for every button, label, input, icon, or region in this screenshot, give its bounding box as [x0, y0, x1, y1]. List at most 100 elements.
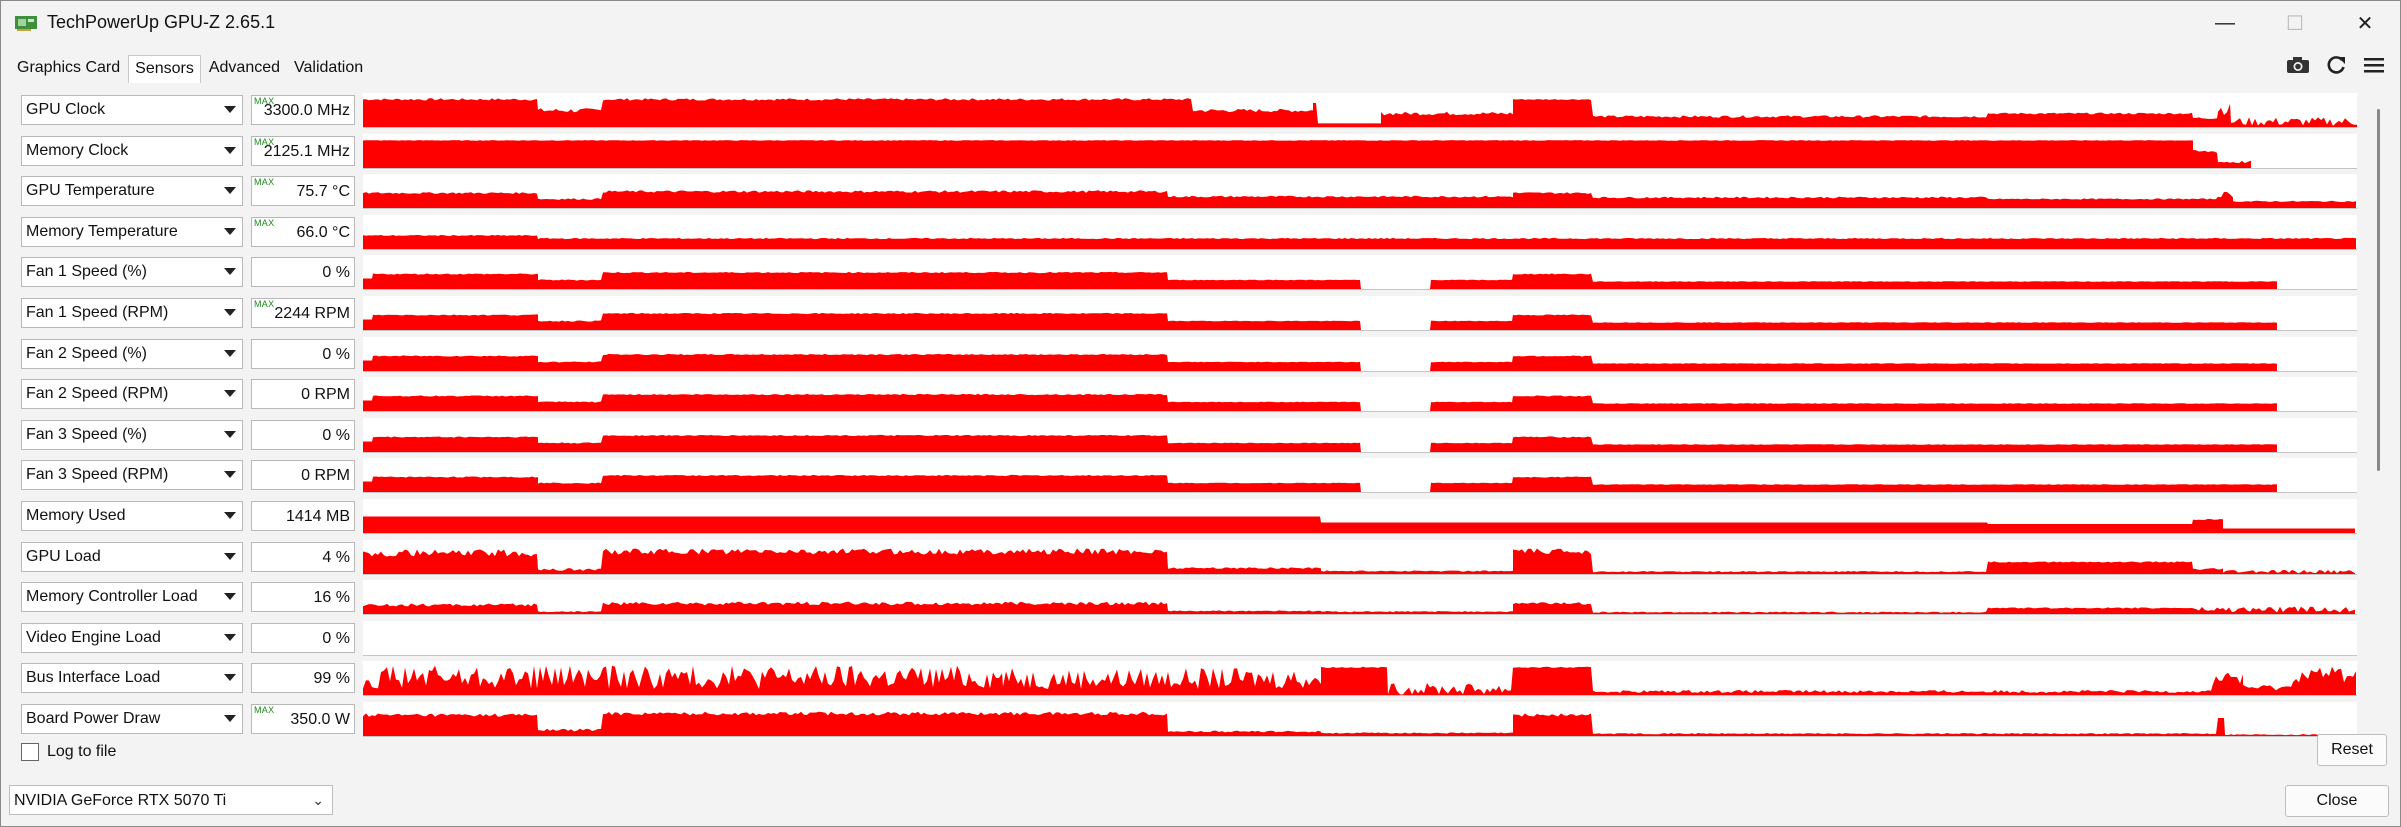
- sensor-name-dropdown[interactable]: Fan 1 Speed (RPM): [21, 298, 243, 328]
- sensor-value: 3300.0 MHz: [263, 102, 350, 119]
- camera-icon[interactable]: [2283, 51, 2313, 79]
- sensor-name-dropdown[interactable]: Memory Controller Load: [21, 582, 243, 613]
- sensor-graph-area: [363, 353, 2277, 371]
- sensor-row: Memory Controller Load 16 %: [21, 576, 2371, 616]
- sensor-graph-area: [363, 711, 2357, 736]
- dropdown-arrow-icon: [224, 146, 236, 154]
- sensor-row: GPU Load 4 %: [21, 536, 2371, 576]
- dropdown-arrow-icon: [224, 227, 236, 235]
- sensor-value-box: 0 %: [251, 419, 355, 450]
- sensor-name-dropdown[interactable]: Video Engine Load: [21, 622, 243, 653]
- sensor-graph: [363, 336, 2357, 372]
- sensor-value: 0 %: [322, 345, 350, 363]
- sensor-row: Board Power Draw MAX 350.0 W: [21, 698, 2371, 738]
- sensor-graph-area: [363, 312, 2277, 330]
- sensor-name: Fan 1 Speed (%): [26, 263, 147, 281]
- sensor-name-dropdown[interactable]: Memory Temperature: [21, 216, 243, 247]
- sensor-name-dropdown[interactable]: Fan 3 Speed (%): [21, 419, 243, 450]
- sensor-name: Fan 1 Speed (RPM): [26, 304, 169, 321]
- sensor-name-dropdown[interactable]: Fan 1 Speed (%): [21, 257, 243, 288]
- sensor-value-box: 16 %: [251, 582, 355, 613]
- close-icon[interactable]: ✕: [2331, 1, 2399, 45]
- dropdown-arrow-icon: [224, 674, 236, 682]
- sensor-name-dropdown[interactable]: GPU Load: [21, 541, 243, 572]
- minimize-icon[interactable]: —: [2191, 1, 2259, 45]
- sensor-name-dropdown[interactable]: GPU Temperature: [21, 176, 243, 207]
- log-to-file-checkbox[interactable]: [21, 743, 39, 761]
- dropdown-arrow-icon: [224, 471, 236, 479]
- sensor-name-dropdown[interactable]: Fan 2 Speed (%): [21, 338, 243, 369]
- tab-advanced[interactable]: Advanced: [203, 55, 286, 83]
- sensor-row: Memory Clock MAX 2125.1 MHz: [21, 130, 2371, 170]
- sensor-graph-area: [363, 139, 2251, 168]
- sensor-name-dropdown[interactable]: Memory Clock: [21, 135, 243, 166]
- sensor-graph-area: [363, 190, 2356, 209]
- sensor-name: GPU Temperature: [26, 182, 155, 200]
- tab-sensors[interactable]: Sensors: [128, 55, 201, 83]
- sensor-name-dropdown[interactable]: Board Power Draw: [21, 704, 243, 734]
- tab-graphics-card[interactable]: Graphics Card: [11, 55, 126, 83]
- gpu-select[interactable]: NVIDIA GeForce RTX 5070 Ti ⌄: [9, 785, 333, 815]
- sensor-name-dropdown[interactable]: Fan 3 Speed (RPM): [21, 460, 243, 491]
- dropdown-arrow-icon: [224, 633, 236, 641]
- dropdown-arrow-icon: [224, 512, 236, 519]
- dropdown-arrow-icon: [224, 552, 236, 560]
- dropdown-arrow-icon: [224, 349, 236, 357]
- sensor-value: 2125.1 MHz: [263, 142, 350, 160]
- sensor-row: Fan 3 Speed (RPM) 0 RPM: [21, 454, 2371, 494]
- sensor-row: GPU Clock MAX 3300.0 MHz: [21, 89, 2371, 129]
- sensor-graph-area: [363, 548, 2355, 574]
- sensor-graph: [363, 702, 2357, 737]
- sensor-name-dropdown[interactable]: Memory Used: [21, 501, 243, 531]
- sensor-value: 0 RPM: [301, 386, 350, 404]
- sensor-graph-area: [363, 272, 2277, 290]
- sensor-name: Memory Temperature: [26, 222, 178, 240]
- sensor-value-box: MAX 3300.0 MHz: [251, 95, 355, 125]
- sensor-value-box: 0 %: [251, 257, 355, 288]
- refresh-icon[interactable]: [2321, 51, 2351, 79]
- sensor-value-box: 99 %: [251, 663, 355, 694]
- reset-button[interactable]: Reset: [2317, 734, 2387, 766]
- sensor-row: Memory Temperature MAX 66.0 °C: [21, 211, 2371, 251]
- sensor-graph: [363, 255, 2357, 291]
- sensor-name-dropdown[interactable]: GPU Clock: [21, 95, 243, 125]
- sensor-value: 4 %: [322, 548, 350, 566]
- dropdown-arrow-icon: [224, 715, 236, 722]
- maximize-icon[interactable]: ☐: [2261, 1, 2329, 45]
- sensor-value: 0 %: [322, 264, 350, 282]
- dropdown-arrow-icon: [224, 187, 236, 195]
- gpu-card-icon: [15, 16, 37, 31]
- sensor-graph: [363, 417, 2357, 453]
- sensor-graph: [363, 458, 2357, 494]
- sensor-row: Bus Interface Load 99 %: [21, 657, 2371, 697]
- sensor-value-box: 1414 MB: [251, 501, 355, 531]
- sensor-name-dropdown[interactable]: Fan 2 Speed (RPM): [21, 379, 243, 410]
- sensor-graph-area: [363, 601, 2355, 615]
- sensor-value-box: 0 RPM: [251, 379, 355, 410]
- sensor-value: 0 %: [322, 426, 350, 444]
- window-title: TechPowerUp GPU-Z 2.65.1: [47, 12, 276, 32]
- sensor-value: 75.7 °C: [296, 183, 350, 201]
- sensor-name: Fan 2 Speed (RPM): [26, 385, 169, 403]
- sensor-graph-area: [363, 394, 2277, 412]
- hamburger-menu-icon[interactable]: [2359, 51, 2389, 79]
- dropdown-arrow-icon: [224, 268, 236, 276]
- dropdown-arrow-icon: [224, 593, 236, 601]
- max-indicator: MAX: [254, 705, 275, 715]
- sensor-name: Memory Controller Load: [26, 588, 198, 606]
- sensor-name-dropdown[interactable]: Bus Interface Load: [21, 663, 243, 694]
- sensor-graph: [363, 620, 2357, 656]
- sensor-graph: [363, 174, 2357, 210]
- sensor-value-box: 0 RPM: [251, 460, 355, 491]
- sensor-value: 350.0 W: [290, 711, 350, 728]
- sensor-graph: [363, 539, 2357, 575]
- title-bar[interactable]: TechPowerUp GPU-Z 2.65.1 — ☐ ✕: [1, 1, 2400, 45]
- sensor-row: Video Engine Load 0 %: [21, 617, 2371, 657]
- close-button[interactable]: Close: [2285, 785, 2389, 817]
- sensors-panel: GPU Clock MAX 3300.0 MHz Memory Clock MAX 212…: [13, 89, 2365, 737]
- tab-validation[interactable]: Validation: [288, 55, 369, 83]
- vertical-scrollbar[interactable]: [2377, 109, 2380, 471]
- sensor-graph-area: [363, 475, 2277, 493]
- sensor-row: Memory Used 1414 MB: [21, 495, 2371, 535]
- sensor-name: Memory Clock: [26, 141, 129, 159]
